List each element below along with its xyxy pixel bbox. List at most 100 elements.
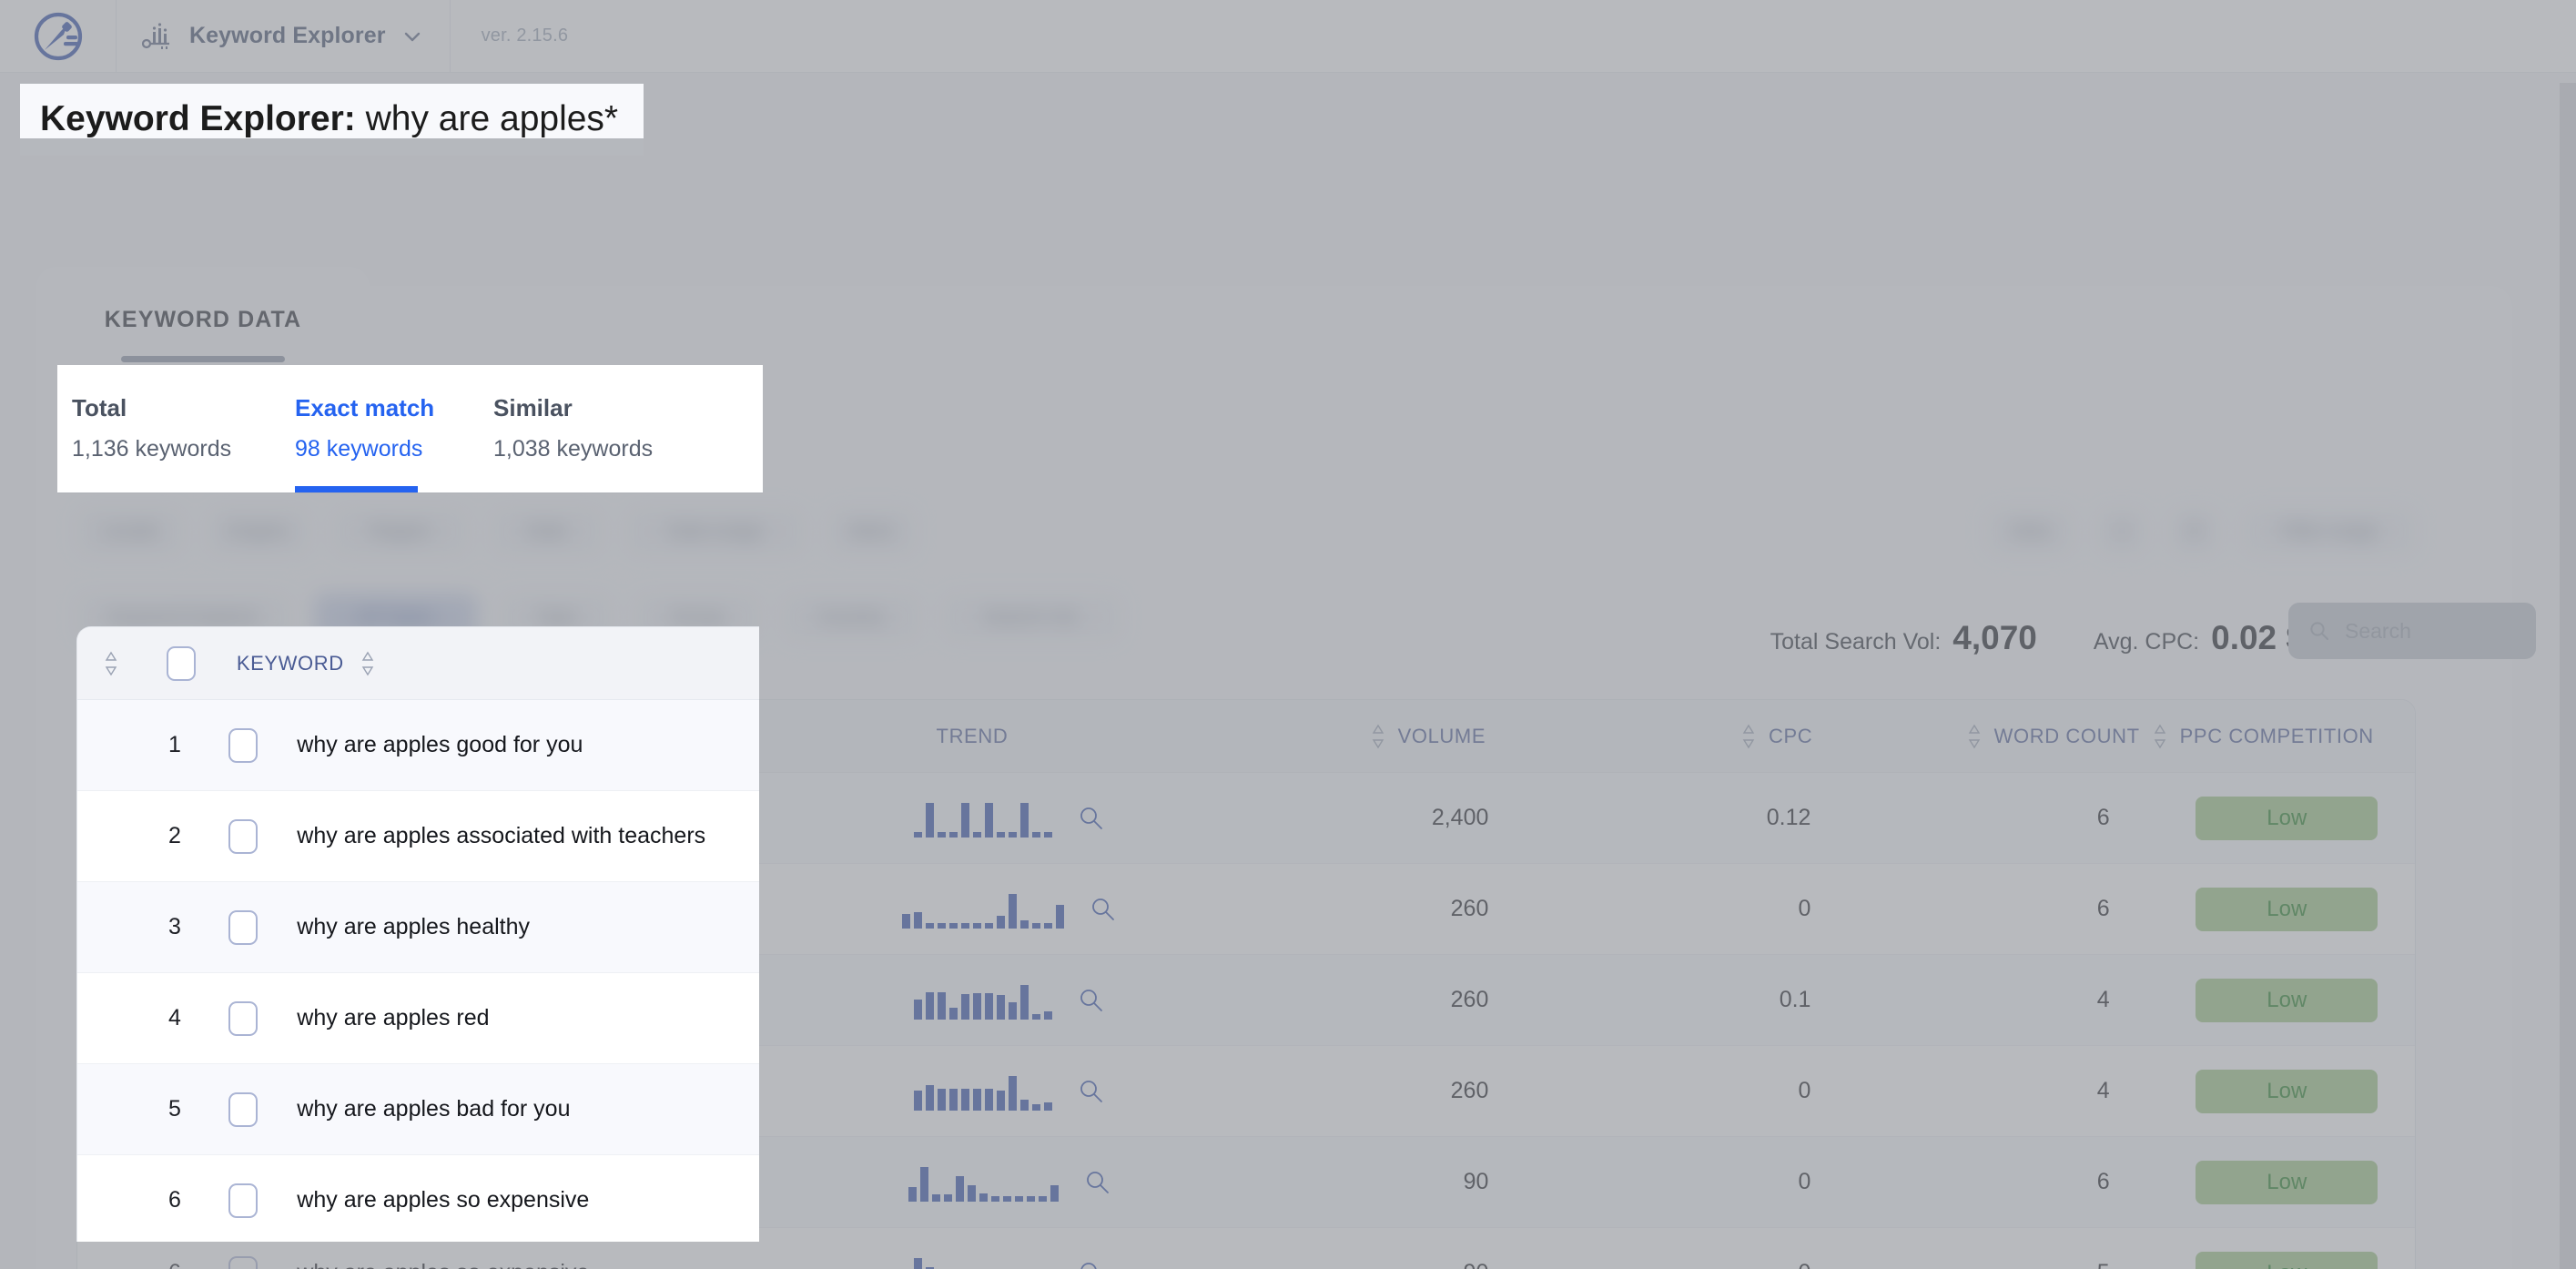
chevron-down-icon[interactable] xyxy=(402,26,422,46)
header-keyword[interactable]: KEYWORD xyxy=(218,650,759,677)
page-title: Keyword Explorer: why are apples* xyxy=(40,99,618,138)
row-select-cell[interactable] xyxy=(208,909,279,945)
sort-updown-icon[interactable] xyxy=(359,650,377,677)
cell-cpc: 0 xyxy=(1537,1260,1865,1269)
filter-chip[interactable]: More xyxy=(828,508,916,555)
row-select-cell[interactable] xyxy=(208,1000,279,1036)
status-badge: Low xyxy=(2196,796,2378,840)
table-row[interactable]: 2 why are apples associated with teachers… xyxy=(77,791,759,882)
sort-updown-icon[interactable] xyxy=(102,650,120,677)
tab-keyword-data-underline xyxy=(121,356,285,362)
cell-keyword[interactable]: why are apples associated with teachers xyxy=(279,823,759,849)
match-tab-count: 1,136 keywords xyxy=(72,436,232,462)
magnifier-icon[interactable] xyxy=(1078,987,1105,1014)
row-index: 6 xyxy=(167,1187,181,1213)
sort-updown-icon[interactable] xyxy=(1369,723,1387,750)
cell-ppc-competition: Low xyxy=(2159,1251,2415,1269)
app-switcher[interactable]: Keyword Explorer xyxy=(117,0,451,73)
row-checkbox[interactable] xyxy=(228,1000,258,1036)
search-input[interactable]: Search xyxy=(2288,603,2536,659)
cell-keyword[interactable]: why are apples bad for you xyxy=(279,1096,759,1122)
cell-keyword[interactable]: why are apples so expensive xyxy=(279,1187,759,1213)
keyword-chart-icon xyxy=(142,22,169,49)
match-tab-total[interactable]: Total 1,136 keywords xyxy=(72,365,295,492)
filters-right-group[interactable]: View A B Filter range xyxy=(1986,508,2416,555)
app-logo[interactable] xyxy=(0,0,117,73)
header-trend-label: TREND xyxy=(936,724,1009,747)
row-checkbox[interactable] xyxy=(228,727,258,763)
cell-trend xyxy=(809,981,1211,1020)
select-all-cell[interactable] xyxy=(145,645,218,681)
header-cpc[interactable]: CPC xyxy=(1515,723,1851,750)
page-title-banner: Keyword Explorer: why are apples* xyxy=(20,84,644,138)
trend-sparkline xyxy=(908,1163,1059,1202)
table-row[interactable]: 6why are apples so expensive9005Low xyxy=(77,1155,759,1242)
row-checkbox[interactable] xyxy=(228,1183,258,1218)
cell-volume: 260 xyxy=(1450,987,1489,1012)
header-ppc-competition[interactable]: PPC COMPETITION xyxy=(2151,723,2415,750)
cell-cpc: 0 xyxy=(1798,896,1811,921)
cell-word-count: 6 xyxy=(2096,896,2110,921)
table-row[interactable]: 1why are apples good for you2,4000.126Lo… xyxy=(77,700,759,791)
cell-word-count: 6 xyxy=(2096,1169,2110,1194)
table-header-row: KEYWORD TREND VOLUME xyxy=(77,627,759,700)
row-checkbox[interactable] xyxy=(228,1091,258,1127)
header-word-count[interactable]: WORD COUNT xyxy=(1851,723,2150,750)
filter-view-button[interactable]: View xyxy=(1986,508,2074,555)
app-name-label: Keyword Explorer xyxy=(189,23,386,48)
total-search-vol-value: 4,070 xyxy=(1952,619,2037,656)
sort-updown-icon[interactable] xyxy=(2151,723,2169,750)
row-select-cell[interactable] xyxy=(208,727,279,763)
match-type-tabs: Total 1,136 keywords Exact match 98 keyword… xyxy=(57,365,763,492)
magnifier-icon[interactable] xyxy=(1078,1078,1105,1105)
cell-trend xyxy=(809,890,1211,929)
filter-icon-a-button[interactable]: A xyxy=(2097,508,2146,555)
magnifier-icon[interactable] xyxy=(1090,896,1117,923)
trend-sparkline xyxy=(914,1254,1052,1269)
magnifier-icon[interactable] xyxy=(1078,1260,1105,1269)
filter-chip[interactable]: Locale xyxy=(76,508,184,555)
filter-icon-b-button[interactable]: B xyxy=(2170,508,2219,555)
sort-updown-icon[interactable] xyxy=(1739,723,1758,750)
cell-ppc-competition: Low xyxy=(2159,796,2415,840)
select-all-checkbox[interactable] xyxy=(167,645,197,681)
filter-chip[interactable]: Engine xyxy=(208,508,309,555)
match-tab-similar[interactable]: Similar 1,038 keywords xyxy=(493,365,721,492)
magnifier-icon[interactable] xyxy=(1078,805,1105,832)
table-row[interactable]: 5why are apples bad for you9006Low xyxy=(77,1064,759,1155)
sort-rank-column[interactable] xyxy=(77,650,145,677)
header-volume[interactable]: VOLUME xyxy=(1179,723,1515,750)
page-scrollbar[interactable] xyxy=(2560,83,2576,1269)
row-index: 1 xyxy=(167,732,181,757)
cell-keyword[interactable]: why are apples good for you xyxy=(279,732,759,758)
sort-updown-icon[interactable] xyxy=(1965,723,1983,750)
status-badge: Low xyxy=(2196,1251,2378,1269)
row-checkbox[interactable] xyxy=(228,909,258,945)
row-select-cell[interactable] xyxy=(208,1183,279,1218)
row-select-cell[interactable] xyxy=(208,818,279,854)
magnifier-icon[interactable] xyxy=(1084,1169,1111,1196)
cell-keyword[interactable]: why are apples red xyxy=(279,1005,759,1031)
filter-chip[interactable]: Date xyxy=(492,508,603,555)
row-index: 4 xyxy=(167,1005,181,1030)
trend-sparkline xyxy=(902,890,1065,929)
trend-sparkline xyxy=(914,799,1053,838)
table-row[interactable]: 3why are apples healthy2600.14Low xyxy=(77,882,759,973)
row-select-cell[interactable] xyxy=(208,1091,279,1127)
cell-keyword[interactable]: why are apples healthy xyxy=(279,914,759,940)
filter-chip[interactable]: Search Vol. xyxy=(943,594,1121,641)
cell-volume: 90 xyxy=(1463,1169,1489,1194)
total-search-vol-label: Total Search Vol: xyxy=(1770,629,1942,655)
header-word-count-label: WORD COUNT xyxy=(1993,724,2140,747)
match-tab-exact-match[interactable]: Exact match 98 keywords xyxy=(295,365,493,492)
filter-range-button[interactable]: Filter range xyxy=(2243,508,2416,555)
cell-word-count: 5 xyxy=(1865,1260,2158,1269)
spotlight-match-tabs: Total 1,136 keywords Exact match 98 keyword… xyxy=(57,365,763,492)
filter-chip[interactable]: Country xyxy=(783,594,919,641)
filter-chip[interactable]: Region xyxy=(333,508,468,555)
row-checkbox[interactable] xyxy=(228,818,258,854)
row-index: 3 xyxy=(167,914,181,939)
keyword-results-table: KEYWORD TREND VOLUME xyxy=(76,626,759,1242)
filter-chip[interactable]: Date range xyxy=(626,508,805,555)
table-row[interactable]: 4why are apples red26004Low xyxy=(77,973,759,1064)
